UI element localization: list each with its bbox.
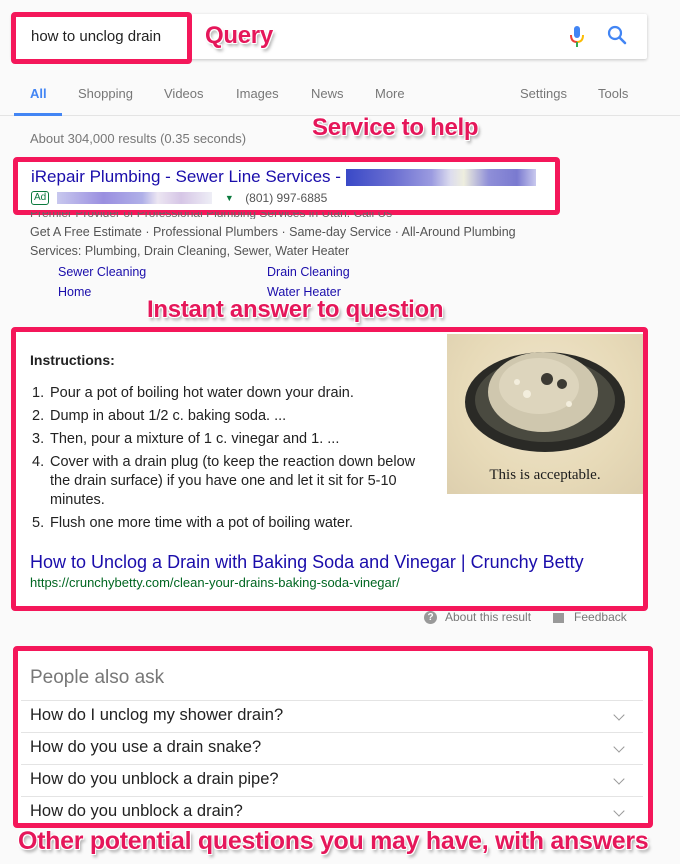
steps-list: 1. Pour a pot of boiling hot water down y… bbox=[32, 384, 432, 537]
featured-snippet: Instructions: 1. Pour a pot of boiling ho… bbox=[11, 327, 648, 611]
chevron-down-icon bbox=[613, 741, 625, 753]
step-item: 5. Flush one more time with a pot of boil… bbox=[32, 515, 354, 531]
chevron-down-icon bbox=[613, 709, 625, 721]
feedback-icon bbox=[553, 612, 565, 623]
snippet-image[interactable]: This is acceptable. bbox=[447, 334, 643, 494]
paa-question[interactable]: How do I unclog my shower drain? bbox=[21, 700, 643, 732]
paa-question[interactable]: How do you unblock a drain pipe? bbox=[21, 764, 643, 796]
chevron-down-icon bbox=[613, 773, 625, 785]
sitelink-drain-cleaning[interactable]: Drain Cleaning bbox=[267, 265, 350, 279]
active-tab-indicator bbox=[14, 113, 62, 116]
step-item: 3. Then, pour a mixture of 1 c. vinegar a… bbox=[32, 431, 340, 447]
paa-question[interactable]: How do you use a drain snake? bbox=[21, 732, 643, 764]
tab-shopping[interactable]: Shopping bbox=[78, 86, 133, 101]
ad-result: iRepair Plumbing - Sewer Line Services -… bbox=[13, 157, 560, 215]
ad-desc-cut: Premier Provider of Professional Plumbin… bbox=[30, 212, 393, 219]
magnifier-icon[interactable] bbox=[606, 24, 628, 46]
tab-settings[interactable]: Settings bbox=[520, 86, 567, 101]
paa-heading: People also ask bbox=[30, 667, 165, 688]
search-input[interactable]: how to unclog drain bbox=[31, 28, 161, 45]
sitelink-sewer-cleaning[interactable]: Sewer Cleaning bbox=[58, 265, 146, 279]
ad-description-2: Services: Plumbing, Drain Cleaning, Sewe… bbox=[30, 244, 350, 258]
paa-question-text: How do you unblock a drain pipe? bbox=[30, 770, 279, 788]
result-stats: About 304,000 results (0.35 seconds) bbox=[30, 131, 247, 146]
redacted-text bbox=[345, 169, 536, 187]
tab-videos[interactable]: Videos bbox=[164, 86, 204, 101]
snippet-heading: Instructions: bbox=[30, 352, 115, 368]
ad-title-link[interactable]: iRepair Plumbing - Sewer Line Services - bbox=[31, 167, 536, 187]
redacted-url bbox=[56, 191, 212, 204]
tab-all[interactable]: All bbox=[30, 86, 47, 101]
about-this-result-link[interactable]: About this result bbox=[445, 610, 531, 624]
query-highlight-box: how to unclog drain bbox=[11, 12, 192, 64]
tab-more[interactable]: More bbox=[375, 86, 405, 101]
sitelink-home[interactable]: Home bbox=[58, 285, 91, 299]
annotation-instant: Instant answer to question bbox=[147, 296, 444, 323]
annotation-other: Other potential questions you may have, … bbox=[18, 827, 649, 855]
ad-meta: Ad ▼ (801) 997-6885 bbox=[31, 190, 327, 205]
tab-news[interactable]: News bbox=[311, 86, 344, 101]
annotation-query: Query bbox=[205, 22, 273, 49]
tab-tools[interactable]: Tools bbox=[598, 86, 628, 101]
paa-question-text: How do I unclog my shower drain? bbox=[30, 706, 284, 724]
snippet-source-url: https://crunchybetty.com/clean-your-drai… bbox=[30, 575, 400, 590]
step-item: 2. Dump in about 1/2 c. baking soda. ... bbox=[32, 408, 287, 424]
microphone-icon[interactable] bbox=[568, 25, 586, 49]
paa-question-text: How do you unblock a drain? bbox=[30, 802, 243, 820]
paa-question-text: How do you use a drain snake? bbox=[30, 738, 262, 756]
people-also-ask: People also ask How do I unclog my showe… bbox=[13, 646, 653, 828]
feedback-link[interactable]: Feedback bbox=[574, 610, 627, 624]
step-item: 4. Cover with a drain plug (to keep the r… bbox=[32, 454, 416, 508]
snippet-footer: ? About this result Feedback bbox=[424, 610, 627, 625]
chevron-down-icon bbox=[613, 805, 625, 817]
ad-badge: Ad bbox=[31, 190, 50, 205]
paa-question[interactable]: How do you unblock a drain? bbox=[21, 796, 643, 823]
caret-down-icon[interactable]: ▼ bbox=[225, 193, 234, 203]
help-icon: ? bbox=[424, 611, 437, 625]
annotation-service: Service to help bbox=[312, 114, 479, 141]
tab-images[interactable]: Images bbox=[236, 86, 279, 101]
ad-phone[interactable]: (801) 997-6885 bbox=[245, 191, 327, 205]
image-caption: This is acceptable. bbox=[489, 467, 601, 483]
search-tabs: All Shopping Videos Images News More Set… bbox=[0, 80, 680, 116]
ad-description-1: Get A Free Estimate · Professional Plumb… bbox=[30, 225, 516, 239]
snippet-source-link[interactable]: How to Unclog a Drain with Baking Soda a… bbox=[30, 552, 584, 573]
step-item: 1. Pour a pot of boiling hot water down y… bbox=[32, 385, 354, 401]
ad-title-text: iRepair Plumbing - Sewer Line Services - bbox=[31, 167, 341, 186]
